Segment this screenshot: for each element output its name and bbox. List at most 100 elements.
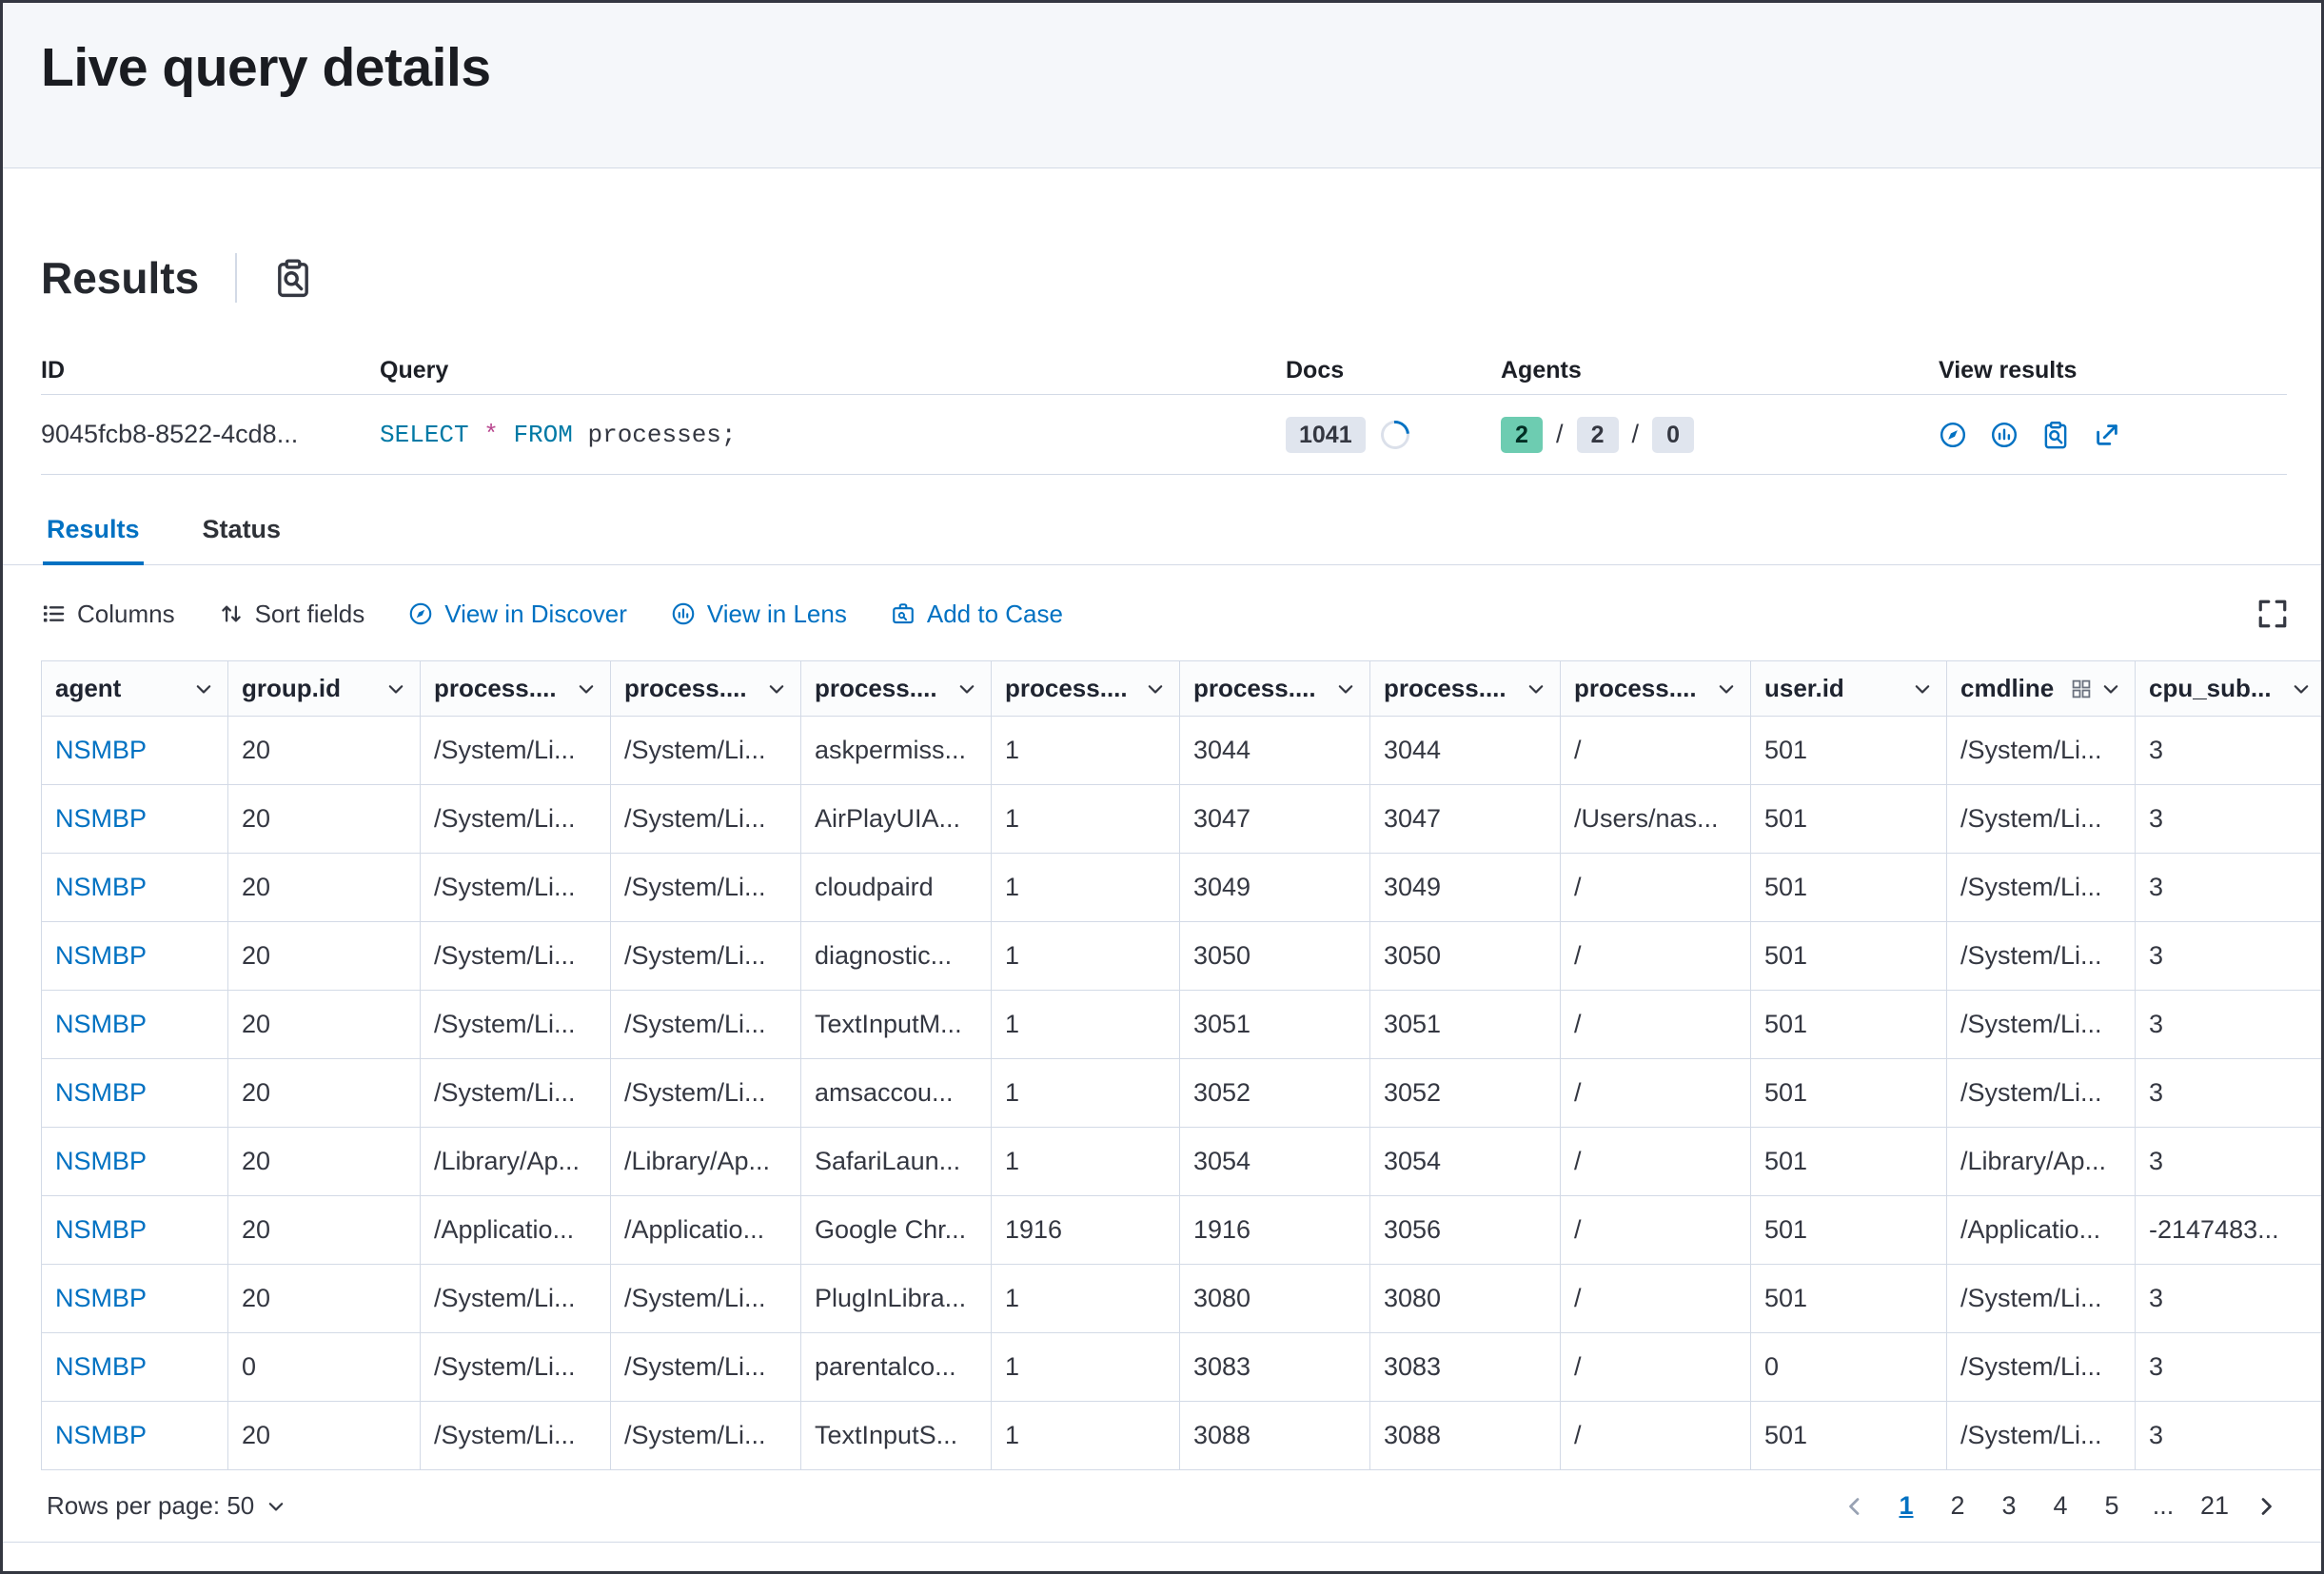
rows-per-page-button[interactable]: Rows per page: 50	[47, 1491, 286, 1521]
agent-link-cell[interactable]: NSMBP	[42, 1333, 228, 1401]
grid-cell[interactable]: 20	[228, 922, 421, 990]
grid-cell[interactable]: /System/Li...	[1947, 1333, 2136, 1401]
grid-cell[interactable]: 1	[992, 1265, 1180, 1332]
grid-cell[interactable]: 501	[1751, 717, 1947, 784]
grid-cell[interactable]: 3051	[1180, 991, 1370, 1058]
grid-cell[interactable]: 1	[992, 717, 1180, 784]
grid-cell[interactable]: /Users/nas...	[1561, 785, 1751, 853]
grid-cell[interactable]: /System/Li...	[421, 785, 611, 853]
tab-results[interactable]: Results	[43, 515, 144, 565]
grid-cell[interactable]: /System/Li...	[611, 854, 801, 921]
sort-fields-button[interactable]: Sort fields	[219, 600, 365, 629]
grid-cell[interactable]: 20	[228, 991, 421, 1058]
agent-link-cell[interactable]: NSMBP	[42, 1265, 228, 1332]
lens-icon[interactable]	[1990, 421, 2019, 449]
grid-cell[interactable]: /System/Li...	[611, 1402, 801, 1469]
grid-cell[interactable]: /	[1561, 1059, 1751, 1127]
pagination-page-1[interactable]: 1	[1885, 1485, 1927, 1527]
grid-cell[interactable]: /System/Li...	[1947, 922, 2136, 990]
grid-cell[interactable]: /	[1561, 1265, 1751, 1332]
grid-cell[interactable]: 501	[1751, 1402, 1947, 1469]
grid-cell[interactable]: 3056	[1370, 1196, 1561, 1264]
grid-cell[interactable]: /Applicatio...	[421, 1196, 611, 1264]
grid-cell[interactable]: 3083	[1370, 1333, 1561, 1401]
grid-cell[interactable]: 3054	[1370, 1128, 1561, 1195]
grid-cell[interactable]: /System/Li...	[1947, 785, 2136, 853]
grid-cell[interactable]: 501	[1751, 1059, 1947, 1127]
grid-column-header[interactable]: user.id	[1751, 661, 1947, 716]
grid-cell[interactable]: 501	[1751, 991, 1947, 1058]
grid-cell[interactable]: /Applicatio...	[611, 1196, 801, 1264]
grid-column-header[interactable]: process....	[421, 661, 611, 716]
grid-cell[interactable]: SafariLaun...	[801, 1128, 992, 1195]
grid-cell[interactable]: 3	[2136, 785, 2321, 853]
grid-cell[interactable]: diagnostic...	[801, 922, 992, 990]
grid-column-header[interactable]: group.id	[228, 661, 421, 716]
grid-cell[interactable]: /System/Li...	[421, 991, 611, 1058]
grid-cell[interactable]: 501	[1751, 922, 1947, 990]
grid-cell[interactable]: 3052	[1370, 1059, 1561, 1127]
grid-cell[interactable]: 20	[228, 717, 421, 784]
grid-cell[interactable]: -2147483...	[2136, 1196, 2321, 1264]
grid-cell[interactable]: 3	[2136, 717, 2321, 784]
grid-cell[interactable]: /	[1561, 922, 1751, 990]
grid-cell[interactable]: 1	[992, 1059, 1180, 1127]
grid-cell[interactable]: /System/Li...	[421, 922, 611, 990]
grid-cell[interactable]: 501	[1751, 785, 1947, 853]
tab-status[interactable]: Status	[199, 515, 286, 565]
agent-link-cell[interactable]: NSMBP	[42, 1402, 228, 1469]
agent-link-cell[interactable]: NSMBP	[42, 991, 228, 1058]
grid-cell[interactable]: 3	[2136, 991, 2321, 1058]
grid-cell[interactable]: /System/Li...	[421, 1402, 611, 1469]
grid-cell[interactable]: 3049	[1370, 854, 1561, 921]
grid-column-header[interactable]: process....	[992, 661, 1180, 716]
agent-link-cell[interactable]: NSMBP	[42, 717, 228, 784]
grid-column-header[interactable]: process....	[1180, 661, 1370, 716]
columns-button[interactable]: Columns	[41, 600, 175, 629]
grid-cell[interactable]: /System/Li...	[611, 991, 801, 1058]
grid-cell[interactable]: 0	[228, 1333, 421, 1401]
grid-cell[interactable]: 20	[228, 1128, 421, 1195]
grid-cell[interactable]: 3080	[1180, 1265, 1370, 1332]
discover-icon[interactable]	[1939, 421, 1967, 449]
agent-link-cell[interactable]: NSMBP	[42, 1059, 228, 1127]
grid-cell[interactable]: /System/Li...	[421, 717, 611, 784]
grid-cell[interactable]: 1	[992, 785, 1180, 853]
grid-cell[interactable]: 1	[992, 1333, 1180, 1401]
add-to-case-link[interactable]: Add to Case	[891, 600, 1063, 629]
grid-cell[interactable]: 20	[228, 785, 421, 853]
grid-cell[interactable]: 1	[992, 854, 1180, 921]
grid-cell[interactable]: 1	[992, 1402, 1180, 1469]
grid-cell[interactable]: PlugInLibra...	[801, 1265, 992, 1332]
grid-cell[interactable]: 3054	[1180, 1128, 1370, 1195]
fullscreen-icon[interactable]	[2256, 598, 2289, 630]
agent-link-cell[interactable]: NSMBP	[42, 785, 228, 853]
grid-cell[interactable]: /System/Li...	[1947, 1265, 2136, 1332]
grid-cell[interactable]: /System/Li...	[1947, 1402, 2136, 1469]
grid-cell[interactable]: /System/Li...	[611, 1059, 801, 1127]
agent-link-cell[interactable]: NSMBP	[42, 922, 228, 990]
grid-cell[interactable]: 3052	[1180, 1059, 1370, 1127]
grid-column-header[interactable]: process....	[1561, 661, 1751, 716]
grid-cell[interactable]: 3088	[1180, 1402, 1370, 1469]
grid-cell[interactable]: 3044	[1370, 717, 1561, 784]
grid-cell[interactable]: /	[1561, 1128, 1751, 1195]
view-in-lens-link[interactable]: View in Lens	[671, 600, 847, 629]
grid-cell[interactable]: /Library/Ap...	[421, 1128, 611, 1195]
pagination-page-21[interactable]: 21	[2194, 1485, 2235, 1527]
pagination-page-4[interactable]: 4	[2039, 1485, 2081, 1527]
grid-cell[interactable]: /	[1561, 854, 1751, 921]
grid-cell[interactable]: 501	[1751, 1265, 1947, 1332]
grid-column-header[interactable]: process....	[801, 661, 992, 716]
agent-link-cell[interactable]: NSMBP	[42, 1128, 228, 1195]
grid-cell[interactable]: 3050	[1370, 922, 1561, 990]
grid-column-header[interactable]: process....	[1370, 661, 1561, 716]
grid-cell[interactable]: cloudpaird	[801, 854, 992, 921]
grid-cell[interactable]: 3	[2136, 1059, 2321, 1127]
grid-cell[interactable]: 20	[228, 1402, 421, 1469]
grid-cell[interactable]: askpermiss...	[801, 717, 992, 784]
grid-cell[interactable]: /Library/Ap...	[611, 1128, 801, 1195]
grid-cell[interactable]: 501	[1751, 1196, 1947, 1264]
grid-cell[interactable]: /Applicatio...	[1947, 1196, 2136, 1264]
grid-cell[interactable]: 501	[1751, 1128, 1947, 1195]
